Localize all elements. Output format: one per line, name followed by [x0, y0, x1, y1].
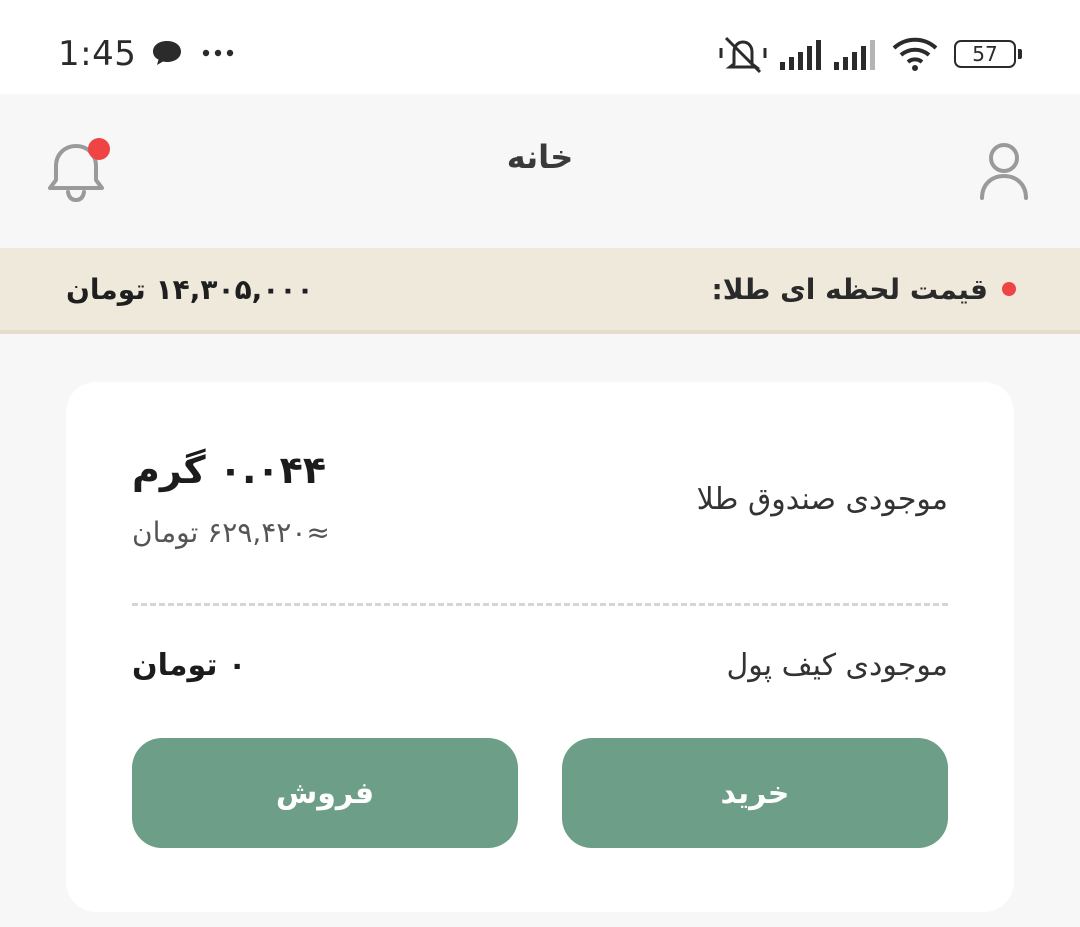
live-indicator [1002, 282, 1016, 296]
signal-icon [780, 40, 821, 70]
more-icon [202, 49, 234, 57]
status-time: 1:45 [58, 34, 137, 74]
mute-icon [719, 36, 767, 74]
app-header: خانه [0, 94, 1080, 248]
gold-fund-label: موجودی صندوق طلا [696, 482, 948, 517]
gold-price-bar: قیمت لحظه ای طلا: ۱۴,۳۰۵,۰۰۰ تومان [0, 248, 1080, 334]
battery-icon: 57 [954, 40, 1022, 68]
user-icon[interactable] [976, 140, 1032, 202]
gold-price-value: ۱۴,۳۰۵,۰۰۰ تومان [66, 272, 314, 306]
gold-fund-amount: ۰.۰۴۴ گرم [132, 448, 327, 492]
page-title: خانه [506, 138, 574, 176]
sell-button[interactable]: فروش [132, 738, 518, 848]
wallet-value: ۰ تومان [132, 648, 247, 683]
balance-card: موجودی صندوق طلا ۰.۰۴۴ گرم ≈۶۲۹,۴۲۰ توما… [66, 382, 1014, 912]
wifi-icon [892, 37, 938, 71]
divider [132, 603, 948, 606]
buy-button[interactable]: خرید [562, 738, 948, 848]
signal-icon [834, 40, 875, 70]
chat-icon [153, 41, 181, 65]
wallet-label: موجودی کیف پول [726, 648, 948, 683]
battery-level: 57 [972, 42, 998, 66]
gold-fund-approx-value: ≈۶۲۹,۴۲۰ تومان [132, 516, 330, 549]
status-bar: 1:45 57 [0, 0, 1080, 94]
gold-price-label: قیمت لحظه ای طلا: [711, 272, 988, 306]
gold-price-label-group: قیمت لحظه ای طلا: [712, 248, 1016, 330]
